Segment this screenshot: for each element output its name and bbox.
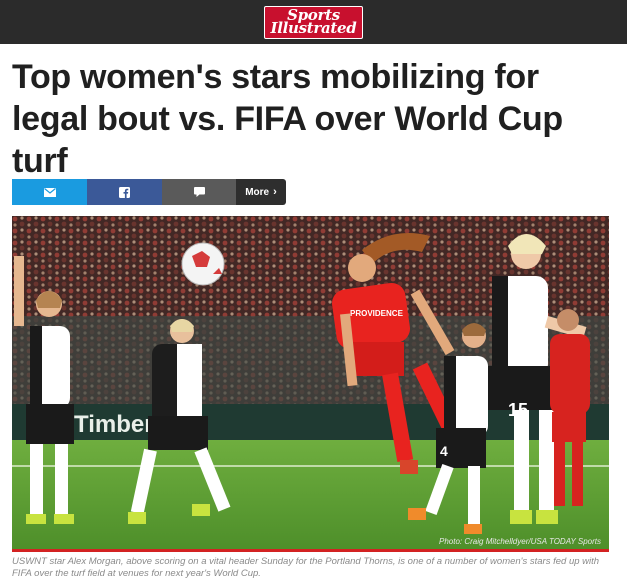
article-photo: Timbers FC 8 (12, 216, 609, 549)
soccer-ball-icon (181, 242, 225, 286)
photo-caption: USWNT star Alex Morgan, above scoring on… (12, 556, 600, 579)
chevron-right-icon: › (273, 186, 277, 198)
logo-line-2: Illustrated (270, 18, 357, 37)
more-share-button[interactable]: More › (236, 179, 286, 205)
facebook-share-button[interactable] (87, 179, 162, 205)
jersey-number-4: 4 (440, 443, 448, 459)
shirt-sponsor: PROVIDENCE (350, 309, 404, 318)
comment-icon (193, 187, 205, 197)
more-label: More (245, 186, 270, 198)
comment-button[interactable] (162, 179, 236, 205)
top-bar: Sports Illustrated (0, 0, 627, 44)
caption-divider (12, 549, 609, 552)
photo-credit: Photo: Craig Mitchelldyer/USA TODAY Spor… (439, 537, 601, 546)
soccer-scene: Timbers FC 8 (12, 216, 609, 549)
share-bar: More › (12, 179, 286, 205)
sports-illustrated-logo[interactable]: Sports Illustrated (263, 5, 364, 39)
facebook-icon (119, 186, 130, 198)
article-headline: Top women's stars mobilizing for legal b… (12, 58, 563, 180)
email-share-button[interactable] (12, 179, 87, 205)
email-icon (43, 187, 56, 197)
